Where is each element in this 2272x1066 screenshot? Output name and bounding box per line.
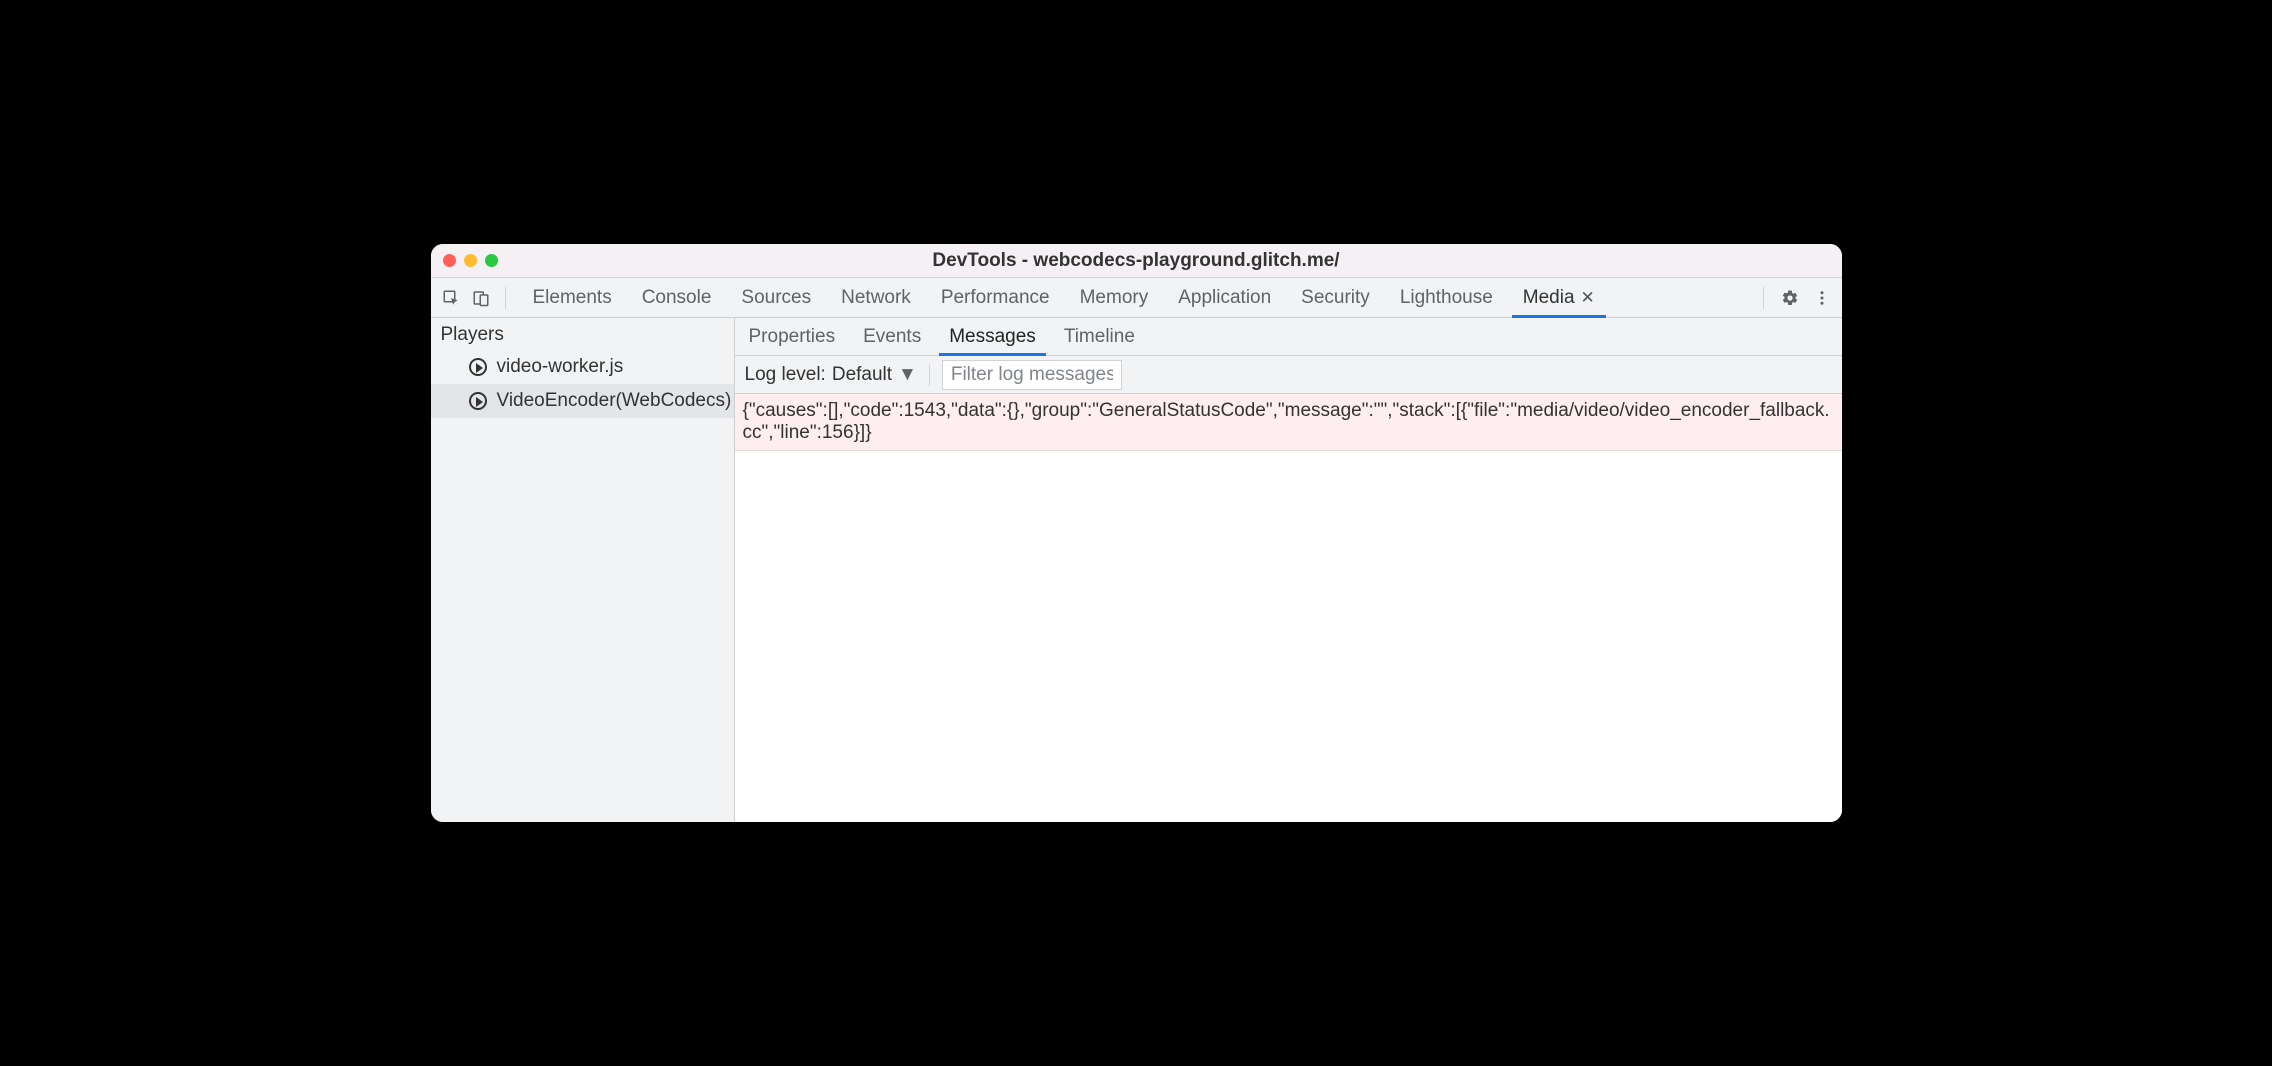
player-item-label: VideoEncoder(WebCodecs) [497, 390, 732, 412]
media-subtab-messages[interactable]: Messages [935, 318, 1050, 355]
close-tab-icon[interactable]: ✕ [1581, 288, 1595, 308]
panel-tab-application[interactable]: Application [1163, 278, 1286, 317]
log-row[interactable]: {"causes":[],"code":1543,"data":{},"grou… [735, 394, 1842, 451]
log-filter-bar: Log level: Default ▼ [735, 356, 1842, 394]
panel-tab-elements[interactable]: Elements [518, 278, 627, 317]
media-subtab-label: Messages [949, 326, 1036, 348]
inspect-element-icon[interactable] [439, 286, 463, 310]
panel-tab-label: Elements [533, 287, 612, 309]
panel-tab-security[interactable]: Security [1286, 278, 1385, 317]
toolbar-separator [1763, 287, 1764, 309]
panel-tab-console[interactable]: Console [627, 278, 727, 317]
player-item[interactable]: VideoEncoder(WebCodecs) [431, 384, 734, 418]
players-sidebar: Players video-worker.js VideoEncoder(WebC… [431, 318, 735, 822]
device-toolbar-icon[interactable] [469, 286, 493, 310]
media-subtab-properties[interactable]: Properties [735, 318, 850, 355]
log-level-control[interactable]: Log level: Default ▼ [745, 364, 917, 386]
panel-tab-sources[interactable]: Sources [726, 278, 826, 317]
panel-tab-label: Security [1301, 287, 1370, 309]
media-subtab-label: Properties [749, 326, 836, 348]
panel-tab-media[interactable]: Media ✕ [1508, 278, 1610, 317]
media-subtab-label: Timeline [1064, 326, 1135, 348]
play-icon [469, 392, 487, 410]
panel-tabs: Elements Console Sources Network Performance… [518, 278, 1751, 317]
panel-tab-label: Lighthouse [1400, 287, 1493, 309]
panel-tab-label: Network [841, 287, 911, 309]
log-level-value: Default [832, 364, 892, 386]
settings-gear-icon[interactable] [1778, 286, 1802, 310]
panel-tab-label: Application [1178, 287, 1271, 309]
sidebar-heading: Players [431, 318, 734, 350]
chevron-down-icon: ▼ [898, 364, 917, 386]
top-toolbar: Elements Console Sources Network Performance… [431, 278, 1842, 318]
panel-tab-label: Sources [741, 287, 811, 309]
devtools-window: DevTools - webcodecs-playground.glitch.m… [431, 244, 1842, 822]
player-item[interactable]: video-worker.js [431, 350, 734, 384]
panel-tab-label: Performance [941, 287, 1050, 309]
panel-tab-label: Media [1523, 287, 1575, 309]
window-title: DevTools - webcodecs-playground.glitch.m… [431, 250, 1842, 272]
media-subtab-label: Events [863, 326, 921, 348]
media-subtab-events[interactable]: Events [849, 318, 935, 355]
window-titlebar: DevTools - webcodecs-playground.glitch.m… [431, 244, 1842, 278]
media-subtabs: Properties Events Messages Timeline [735, 318, 1842, 356]
panel-tab-network[interactable]: Network [826, 278, 926, 317]
log-filter-input[interactable] [942, 360, 1122, 390]
filterbar-separator [929, 364, 930, 386]
log-output: {"causes":[],"code":1543,"data":{},"grou… [735, 394, 1842, 822]
main-panel: Properties Events Messages Timeline Log lev… [735, 318, 1842, 822]
media-subtab-timeline[interactable]: Timeline [1050, 318, 1149, 355]
play-icon [469, 358, 487, 376]
toolbar-separator [505, 287, 506, 309]
panel-tab-lighthouse[interactable]: Lighthouse [1385, 278, 1508, 317]
more-menu-icon[interactable] [1810, 286, 1834, 310]
panel-tab-memory[interactable]: Memory [1065, 278, 1164, 317]
player-item-label: video-worker.js [497, 356, 624, 378]
log-level-label: Log level: [745, 364, 826, 386]
panel-tab-performance[interactable]: Performance [926, 278, 1065, 317]
panel-tab-label: Console [642, 287, 712, 309]
panel-tab-label: Memory [1080, 287, 1149, 309]
